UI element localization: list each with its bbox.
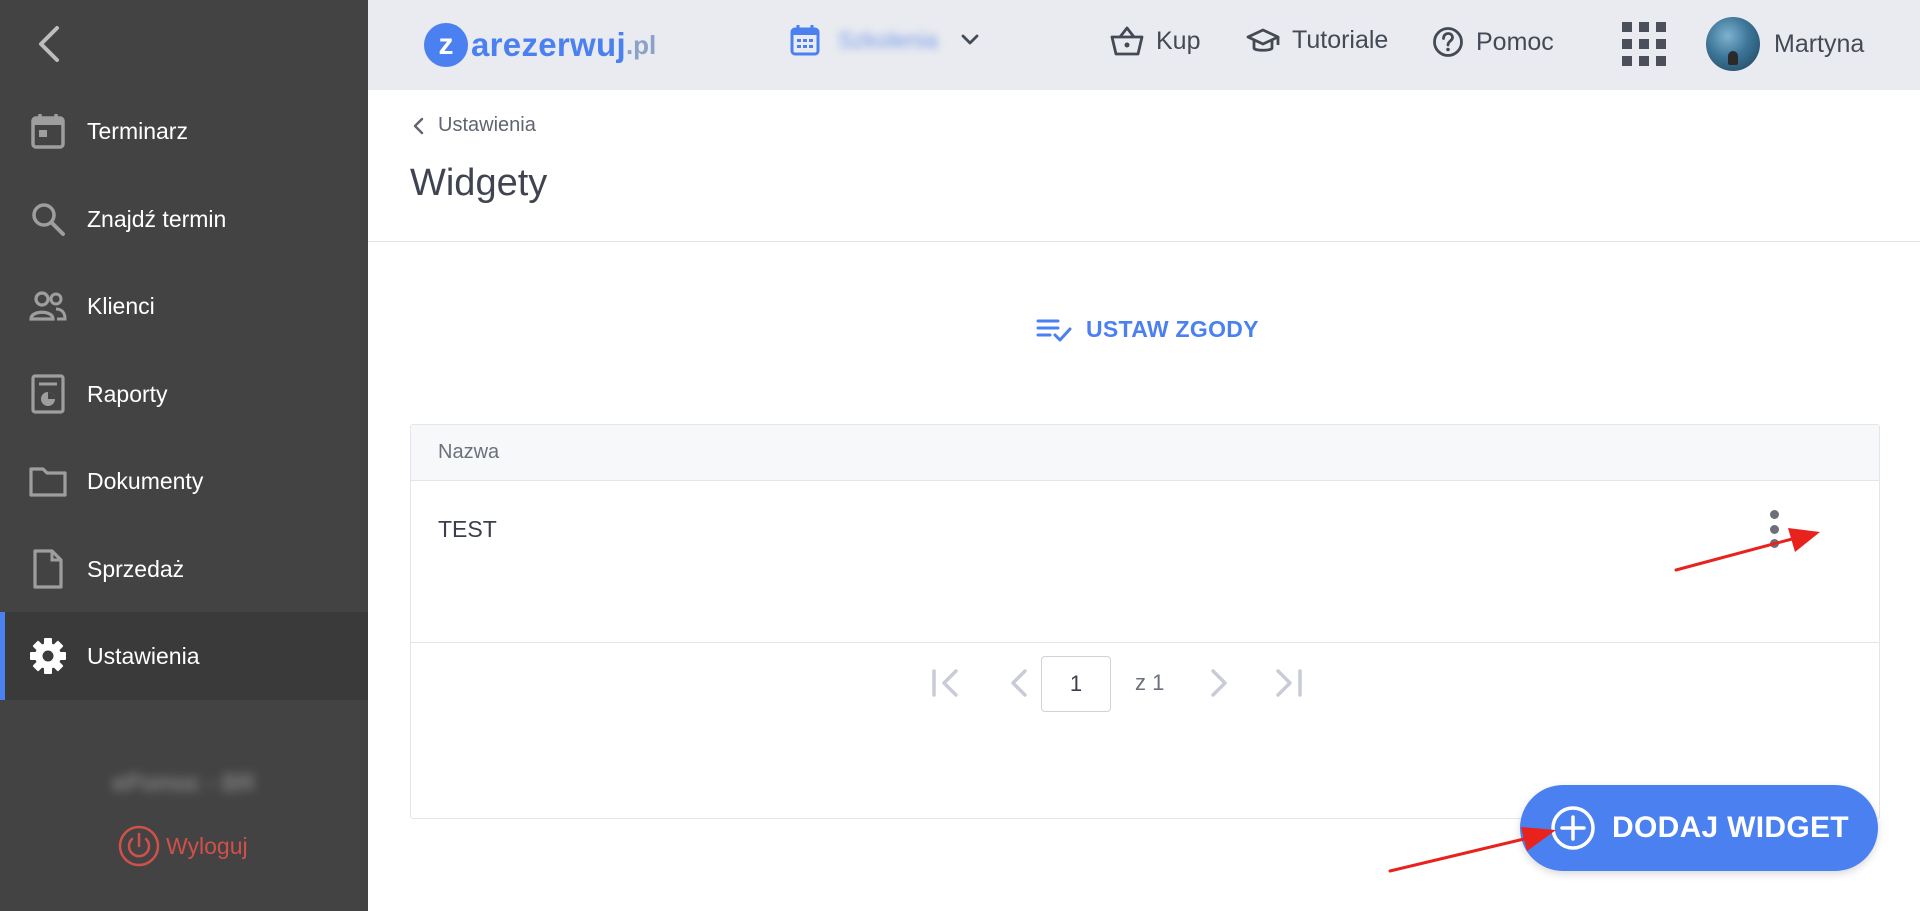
last-page-button[interactable] bbox=[1268, 663, 1308, 703]
user-name: Martyna bbox=[1774, 29, 1865, 58]
plus-circle-icon bbox=[1551, 806, 1595, 850]
sidebar-item-raporty[interactable]: Raporty bbox=[0, 350, 368, 438]
basket-icon bbox=[1110, 26, 1144, 56]
graduation-cap-icon bbox=[1246, 28, 1280, 52]
widgets-table: Nazwa TEST z 1 bbox=[410, 424, 1880, 819]
sidebar-item-terminarz[interactable]: Terminarz bbox=[0, 87, 368, 175]
sidebar-item-label: Raporty bbox=[87, 380, 168, 407]
calendar-icon bbox=[790, 25, 820, 56]
divider bbox=[368, 241, 1920, 242]
sidebar-item-znajdz-termin[interactable]: Znajdź termin bbox=[0, 175, 368, 263]
sidebar-item-klienci[interactable]: Klienci bbox=[0, 262, 368, 350]
table-row[interactable]: TEST bbox=[411, 481, 1879, 643]
chevron-down-icon bbox=[961, 34, 979, 45]
logo-text: arezerwuj bbox=[471, 26, 626, 63]
people-icon bbox=[28, 286, 68, 326]
location-selector[interactable]: Szkolenia bbox=[790, 24, 980, 56]
chevron-left-icon bbox=[39, 26, 59, 62]
set-consents-label: USTAW ZGODY bbox=[1086, 316, 1259, 342]
power-icon bbox=[118, 825, 160, 867]
breadcrumb-label: Ustawienia bbox=[438, 114, 536, 136]
last-page-icon bbox=[1276, 669, 1302, 697]
sidebar-item-label: Znajdź termin bbox=[87, 205, 227, 232]
tutorials-label: Tutoriale bbox=[1292, 26, 1389, 54]
location-name: Szkolenia bbox=[838, 26, 938, 53]
chevron-right-icon bbox=[1211, 669, 1227, 697]
chevron-left-icon bbox=[413, 117, 424, 134]
add-widget-label: DODAJ WIDGET bbox=[1612, 811, 1849, 844]
page-number-input[interactable] bbox=[1041, 656, 1111, 712]
help-link[interactable]: Pomoc bbox=[1432, 26, 1554, 58]
more-options-icon[interactable] bbox=[1759, 508, 1789, 550]
column-header-name: Nazwa bbox=[438, 441, 500, 463]
first-page-button[interactable] bbox=[926, 663, 966, 703]
sidebar-item-sprzedaz[interactable]: Sprzedaż bbox=[0, 525, 368, 613]
buy-label: Kup bbox=[1156, 26, 1201, 55]
report-icon bbox=[28, 374, 68, 414]
table-header: Nazwa bbox=[411, 425, 1879, 481]
page-title: Widgety bbox=[410, 162, 548, 204]
calendar-icon bbox=[28, 111, 68, 151]
collapse-sidebar-button[interactable] bbox=[28, 22, 68, 66]
sidebar-item-label: Sprzedaż bbox=[87, 555, 185, 582]
chevron-left-icon bbox=[1011, 669, 1027, 697]
sidebar-item-label: Terminarz bbox=[87, 117, 188, 144]
avatar bbox=[1706, 17, 1760, 71]
buy-link[interactable]: Kup bbox=[1110, 26, 1200, 56]
prev-page-button[interactable] bbox=[999, 663, 1039, 703]
sidebar-item-dokumenty[interactable]: Dokumenty bbox=[0, 437, 368, 525]
pagination: z 1 bbox=[411, 643, 1879, 723]
logout-button[interactable]: Wyloguj bbox=[118, 825, 248, 867]
top-bar: z arezerwuj .pl Szkolenia Kup Tutoriale … bbox=[368, 0, 1920, 90]
widget-name: TEST bbox=[438, 516, 497, 542]
account-name: ePomoc - BR bbox=[112, 770, 256, 797]
logo-tld: .pl bbox=[625, 29, 657, 60]
breadcrumb[interactable]: Ustawienia bbox=[412, 114, 536, 137]
search-icon bbox=[28, 199, 68, 239]
first-page-icon bbox=[932, 669, 958, 697]
logo-mark: z bbox=[424, 23, 468, 67]
sidebar-item-ustawienia[interactable]: Ustawienia bbox=[0, 612, 368, 700]
next-page-button[interactable] bbox=[1199, 663, 1239, 703]
document-icon bbox=[28, 549, 68, 589]
help-icon bbox=[1433, 27, 1463, 57]
logo[interactable]: z arezerwuj .pl bbox=[424, 23, 656, 67]
main-content: Ustawienia Widgety USTAW ZGODY Nazwa TES… bbox=[368, 90, 1920, 911]
add-widget-button[interactable]: DODAJ WIDGET bbox=[1520, 785, 1878, 871]
page-count-label: z 1 bbox=[1135, 670, 1165, 695]
sidebar-item-label: Ustawienia bbox=[87, 642, 200, 669]
user-menu[interactable]: Martyna bbox=[1706, 17, 1864, 71]
help-label: Pomoc bbox=[1476, 27, 1554, 56]
tutorials-link[interactable]: Tutoriale bbox=[1246, 26, 1388, 55]
set-consents-button[interactable]: USTAW ZGODY bbox=[1036, 316, 1259, 343]
sidebar: Terminarz Znajdź termin Klienci Raporty … bbox=[0, 0, 368, 911]
gear-icon bbox=[28, 636, 68, 676]
folder-icon bbox=[28, 461, 68, 501]
logout-label: Wyloguj bbox=[166, 832, 248, 859]
sidebar-item-label: Klienci bbox=[87, 292, 155, 319]
sidebar-item-label: Dokumenty bbox=[87, 467, 204, 494]
checklist-icon bbox=[1036, 319, 1072, 341]
apps-grid-icon[interactable] bbox=[1622, 22, 1666, 66]
